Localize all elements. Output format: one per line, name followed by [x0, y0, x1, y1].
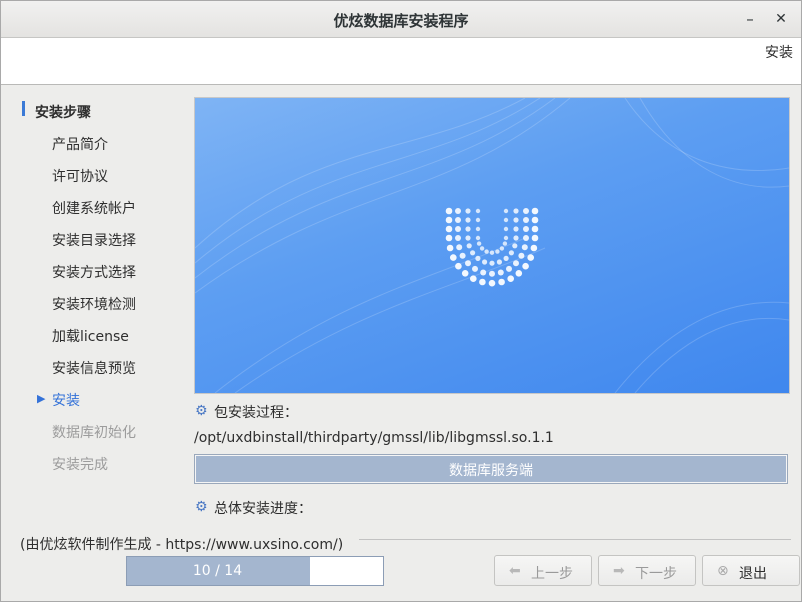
step-item: 产品简介 [52, 137, 108, 153]
close-button[interactable]: ✕ [772, 10, 790, 28]
gear-icon: ⚙ [195, 403, 208, 419]
banner-art [195, 98, 789, 393]
step-item: 安装目录选择 [52, 233, 136, 249]
exit-button-label: 退出 [739, 566, 767, 582]
cancel-icon: ⊗ [717, 563, 729, 579]
product-banner [194, 97, 790, 394]
step-item-current: 安装 [52, 393, 80, 409]
total-progress-bar: 10 / 14 [126, 556, 384, 586]
step-item: 安装环境检测 [52, 297, 136, 313]
heading-marker [22, 101, 25, 116]
footer-divider [359, 539, 791, 540]
header-strip: 安装 [1, 38, 801, 85]
step-item: 安装完成 [52, 457, 108, 473]
current-step-arrow-icon: ▶ [37, 392, 46, 405]
uxdb-logo [445, 207, 539, 287]
exit-button[interactable]: ⊗ 退出 [702, 555, 800, 586]
current-file-path: /opt/uxdbinstall/thirdparty/gmssl/lib/li… [194, 430, 554, 446]
package-progress-bar: 数据库服务端 [194, 454, 788, 484]
page-title: 安装 [765, 45, 793, 61]
step-item: 加载license [52, 329, 129, 345]
arrow-left-icon: ⬅ [509, 563, 521, 579]
next-button-label: 下一步 [635, 566, 677, 582]
title-bar: 优炫数据库安装程序 – ✕ [1, 1, 801, 38]
total-progress-text: 10 / 14 [192, 563, 243, 579]
package-progress-text: 数据库服务端 [449, 463, 533, 479]
minimize-button[interactable]: – [741, 10, 759, 28]
step-item: 创建系统帐户 [52, 201, 136, 217]
steps-heading: 安装步骤 [35, 105, 91, 121]
step-item: 安装方式选择 [52, 265, 136, 281]
previous-button-label: 上一步 [531, 566, 573, 582]
previous-button[interactable]: ⬅ 上一步 [494, 555, 592, 586]
arrow-right-icon: ➡ [613, 563, 625, 579]
package-progress-label: 包安装过程： [214, 405, 298, 421]
credit-text: (由优炫软件制作生成 - https://www.uxsino.com/) [20, 537, 344, 553]
installer-window: 优炫数据库安装程序 – ✕ 安装 安装步骤 产品简介 许可协议 创建系统帐户 安… [0, 0, 802, 602]
step-item: 数据库初始化 [52, 425, 136, 441]
step-item: 许可协议 [52, 169, 108, 185]
window-title: 优炫数据库安装程序 [333, 12, 469, 30]
gear-icon: ⚙ [195, 499, 208, 515]
step-item: 安装信息预览 [52, 361, 136, 377]
next-button[interactable]: ➡ 下一步 [598, 555, 696, 586]
total-progress-label: 总体安装进度： [214, 501, 312, 517]
